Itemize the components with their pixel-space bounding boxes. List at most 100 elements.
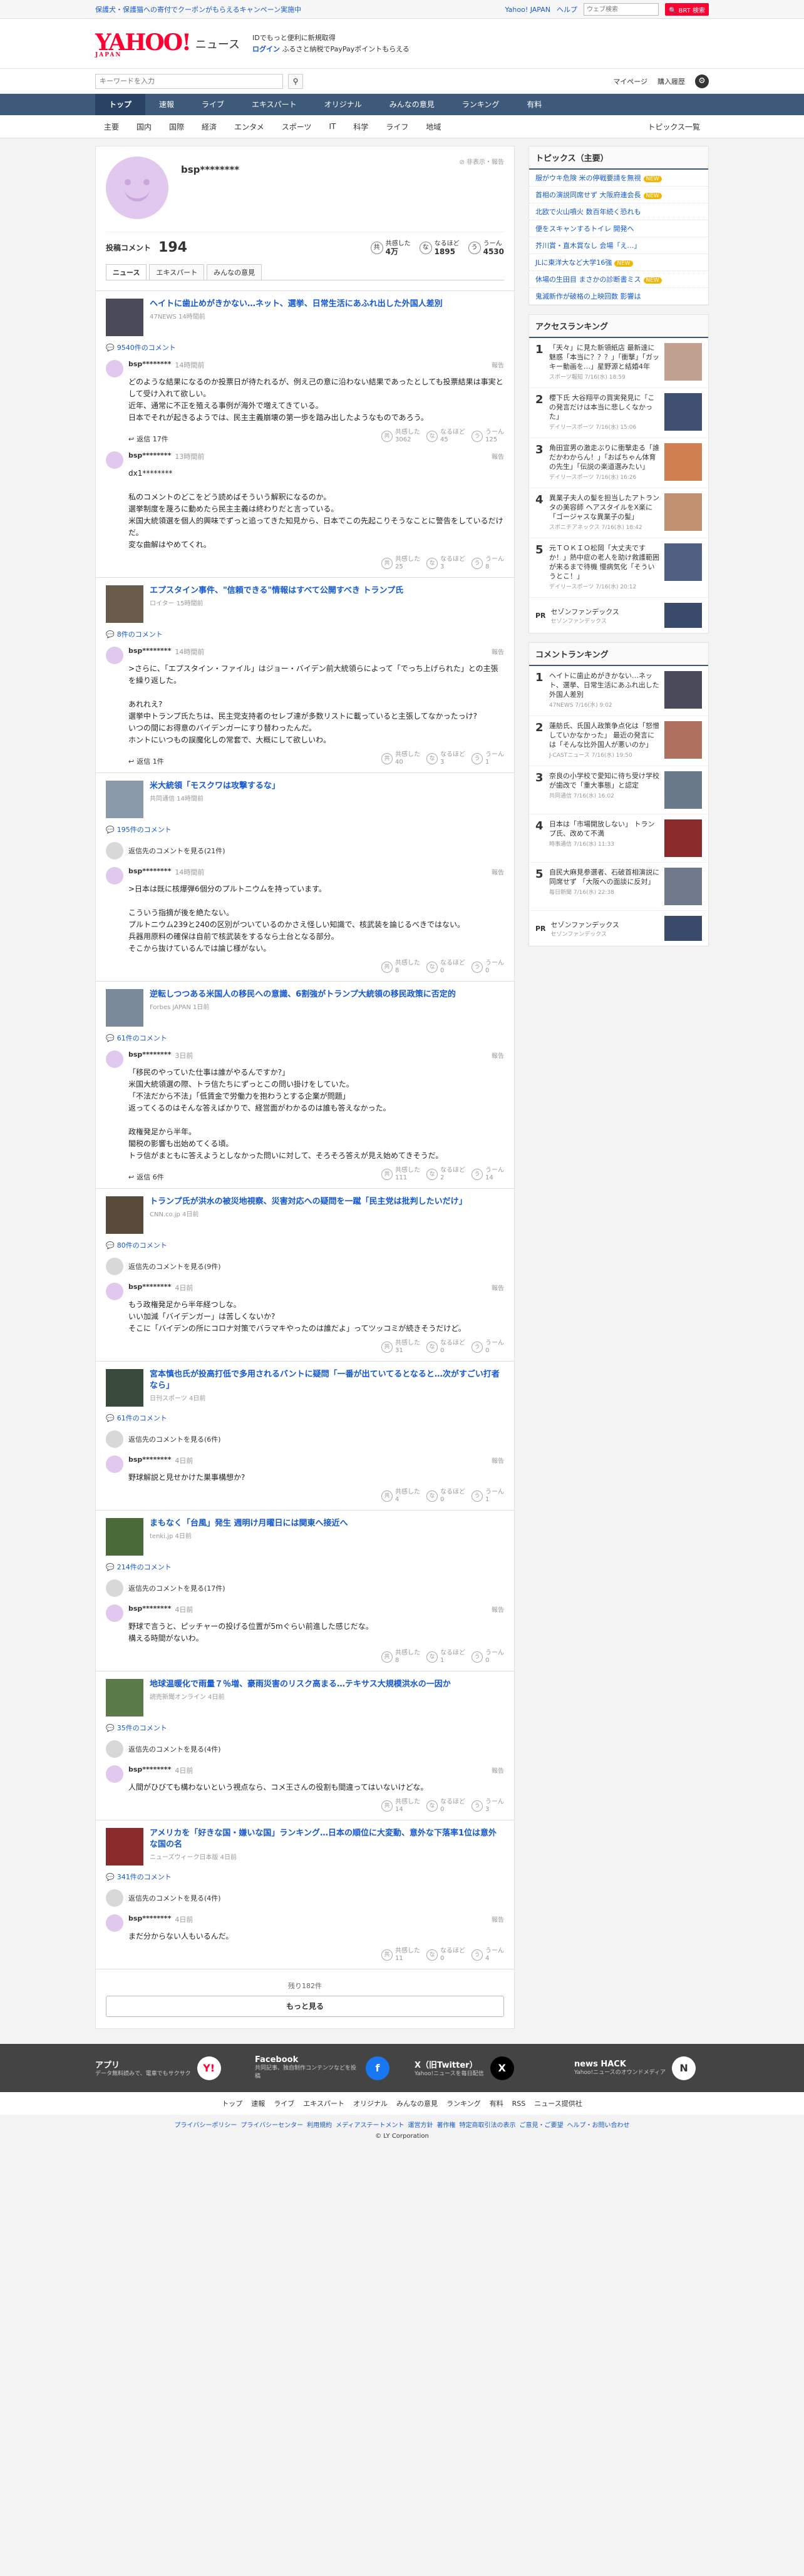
- ranking-item[interactable]: 1 「天々」に見た新領紙店 最新達に魅惑「本当に？？？」「衝撃」「ガッキー動画を……: [529, 338, 708, 388]
- ranking-item[interactable]: 1 ヘイトに歯止めがきかない…ネット、選挙、日常生活にあふれ出した外国人差別 47N…: [529, 666, 708, 716]
- article-comment-link[interactable]: 💬 341件のコメント: [106, 1872, 504, 1882]
- subnav-item[interactable]: 国際: [160, 121, 193, 132]
- pr-item[interactable]: PR セゾンファンデックス セゾンファンデックス: [529, 598, 708, 633]
- hide-report-link[interactable]: ⊘ 非表示・報告: [459, 157, 504, 166]
- legal-link[interactable]: メディアステートメント: [336, 2122, 404, 2129]
- legal-link[interactable]: 利用規約: [307, 2122, 332, 2129]
- view-parent-comment[interactable]: 返信先のコメントを見る(17件): [106, 1579, 504, 1597]
- vote-button[interactable]: 共共感した 4: [381, 1489, 420, 1504]
- vote-button[interactable]: ななるほど 0: [426, 960, 465, 975]
- ranking-item[interactable]: 2 櫻下氏 大谷翔平の買実発見に「この発言だけは本当に悲しくなかった」 デイリースポ…: [529, 388, 708, 438]
- ranking-item[interactable]: 3 奈良の小学校で愛知に待ち受け学校が歯改で「重大事態」と認定 共同通信 7/16(…: [529, 766, 708, 814]
- article-title[interactable]: 米大統領「モスクワは攻撃するな」: [150, 781, 280, 792]
- pr-item[interactable]: PR セゾンファンデックス セゾンファンデックス: [529, 911, 708, 946]
- help-link[interactable]: ヘルプ: [557, 4, 577, 14]
- report-link[interactable]: 報告: [492, 360, 504, 370]
- nav-item[interactable]: トップ: [95, 94, 146, 115]
- article-thumbnail[interactable]: [106, 1679, 143, 1716]
- yahoo-japan-link[interactable]: Yahoo! JAPAN: [505, 6, 550, 14]
- nav-item[interactable]: ランキング: [448, 94, 513, 115]
- topics-list-link[interactable]: トピックス一覧: [639, 121, 709, 132]
- nav-item[interactable]: ライブ: [188, 94, 238, 115]
- tab-0[interactable]: ニュース: [106, 264, 147, 280]
- comment-user[interactable]: bsp********: [128, 1050, 171, 1060]
- article-comment-link[interactable]: 💬 195件のコメント: [106, 824, 504, 834]
- vote-button[interactable]: 共共感した 111: [381, 1167, 420, 1182]
- tab-1[interactable]: エキスパート: [149, 264, 205, 280]
- subnav-item[interactable]: IT: [320, 122, 344, 131]
- vote-button[interactable]: ななるほど 0: [426, 1489, 465, 1504]
- vote-button[interactable]: 共共感した 8: [381, 960, 420, 975]
- web-search-input[interactable]: [584, 3, 659, 16]
- topic-item[interactable]: 鬼滅新作が破格の上映回数 影響は: [529, 288, 708, 305]
- subnav-item[interactable]: 科学: [344, 121, 377, 132]
- topic-item[interactable]: 芥川賞・直木賞なし 会場「え…」: [529, 237, 708, 254]
- legal-link[interactable]: ご意見・ご要望: [519, 2122, 563, 2129]
- comment-user[interactable]: bsp********: [128, 360, 171, 370]
- article-comment-link[interactable]: 💬 214件のコメント: [106, 1562, 504, 1572]
- ranking-item[interactable]: 4 異業子夫人の髪を担当したアトランタの美容師 ヘアスタイルをX楽に「ゴージャスな…: [529, 488, 708, 538]
- article-comment-link[interactable]: 💬 35件のコメント: [106, 1723, 504, 1733]
- footer-nav-item[interactable]: 速報: [251, 2100, 265, 2108]
- comment-user[interactable]: bsp********: [128, 1455, 171, 1465]
- article-thumbnail[interactable]: [106, 1369, 143, 1407]
- reply-link[interactable]: ↩ 返信 1件: [128, 756, 164, 766]
- footer-block[interactable]: アプリ データ無料読みで、電車でもサクサク Y!: [95, 2055, 230, 2081]
- vote-button[interactable]: ううーん 14: [472, 1167, 504, 1182]
- footer-nav-item[interactable]: 有料: [490, 2100, 503, 2108]
- nav-item[interactable]: 速報: [145, 94, 188, 115]
- legal-link[interactable]: ヘルプ・お問い合わせ: [567, 2122, 629, 2129]
- reply-link[interactable]: ↩ 返信 17件: [128, 434, 168, 444]
- view-parent-comment[interactable]: 返信先のコメントを見る(6件): [106, 1430, 504, 1448]
- nav-item[interactable]: みんなの意見: [376, 94, 448, 115]
- nav-item[interactable]: エキスパート: [238, 94, 311, 115]
- mypage-link[interactable]: マイページ: [613, 76, 647, 86]
- footer-nav-item[interactable]: ランキング: [446, 2100, 481, 2108]
- view-parent-comment[interactable]: 返信先のコメントを見る(4件): [106, 1889, 504, 1907]
- report-link[interactable]: 報告: [492, 1283, 504, 1293]
- vote-button[interactable]: ううーん 0: [472, 1650, 504, 1665]
- subnav-item[interactable]: ライフ: [377, 121, 417, 132]
- ranking-item[interactable]: 5 自民大麻見参選者、石破首相演説に同席せず 「大阪への面談に反対」 毎日新聞 7/…: [529, 863, 708, 911]
- topic-item[interactable]: 服がウキ危険 米の停戦要請を無視 NEW: [529, 170, 708, 187]
- vote-button[interactable]: 共共感した 11: [381, 1947, 420, 1963]
- report-link[interactable]: 報告: [492, 867, 504, 877]
- footer-block[interactable]: Facebook 共同記事、独自制作コンテンツなどを投稿 f: [255, 2055, 389, 2081]
- report-link[interactable]: 報告: [492, 1455, 504, 1465]
- topic-item[interactable]: 首相の演説同席せず 大阪府連会長 NEW: [529, 187, 708, 203]
- vote-button[interactable]: ううーん 1: [472, 1489, 504, 1504]
- footer-nav-item[interactable]: RSS: [512, 2100, 526, 2108]
- article-comment-link[interactable]: 💬 9540件のコメント: [106, 342, 504, 352]
- article-title[interactable]: アメリカを「好きな国・嫌いな国」ランキング…日本の順位に大変動、意外な下落率1位…: [150, 1828, 504, 1850]
- footer-nav-item[interactable]: みんなの意見: [396, 2100, 438, 2108]
- comment-user[interactable]: bsp********: [128, 451, 171, 461]
- reply-link[interactable]: ↩ 返信 6件: [128, 1172, 164, 1182]
- article-title[interactable]: 宮本慎也氏が投高打低で多用されるバントに疑問「一番が出ていてるとなると…次がすご…: [150, 1369, 504, 1392]
- vote-button[interactable]: ななるほど 0: [426, 1947, 465, 1963]
- article-thumbnail[interactable]: [106, 299, 143, 336]
- report-link[interactable]: 報告: [492, 1765, 504, 1775]
- vote-button[interactable]: ううーん 8: [472, 556, 504, 571]
- vote-button[interactable]: ううーん 125: [472, 429, 504, 444]
- vote-button[interactable]: 共共感した 31: [381, 1340, 420, 1355]
- furusato-text[interactable]: ふるさと納税でPayPayポイントもらえる: [282, 45, 409, 53]
- article-comment-link[interactable]: 💬 61件のコメント: [106, 1413, 504, 1423]
- vote-button[interactable]: 共共感した 8: [381, 1650, 420, 1665]
- yahoo-logo[interactable]: YAHOO! JAPAN: [95, 29, 192, 58]
- vote-button[interactable]: ななるほど 0: [426, 1340, 465, 1355]
- vote-button[interactable]: ううーん 3: [472, 1799, 504, 1814]
- topic-item[interactable]: JLに東洋大など大学16強 NEW: [529, 254, 708, 271]
- article-title[interactable]: ヘイトに歯止めがきかない…ネット、選挙、日常生活にあふれ出した外国人差別: [150, 299, 443, 310]
- load-more-button[interactable]: もっと見る: [106, 1996, 504, 2017]
- legal-link[interactable]: 運営方針: [408, 2122, 433, 2129]
- promo-link[interactable]: 保護犬・保護猫への寄付でクーポンがもらえるキャンペーン実施中: [95, 4, 301, 14]
- ranking-item[interactable]: 2 蓮舫氏、氏国人政策争点化は「怒憎していかなかった」 最近の発言には「そんな比外…: [529, 716, 708, 766]
- article-title[interactable]: 逆転しつつある米国人の移民への意識、6割強がトランプ大統領の移民政策に否定的: [150, 989, 456, 1000]
- report-link[interactable]: 報告: [492, 1050, 504, 1060]
- nav-item[interactable]: オリジナル: [311, 94, 376, 115]
- comment-user[interactable]: bsp********: [128, 647, 171, 657]
- article-title[interactable]: まもなく「台風」発生 週明け月曜日には関東へ接近へ: [150, 1518, 348, 1529]
- article-thumbnail[interactable]: [106, 1518, 143, 1556]
- report-link[interactable]: 報告: [492, 647, 504, 657]
- topic-item[interactable]: 北欧で火山噴火 数百年続く恐れも: [529, 203, 708, 220]
